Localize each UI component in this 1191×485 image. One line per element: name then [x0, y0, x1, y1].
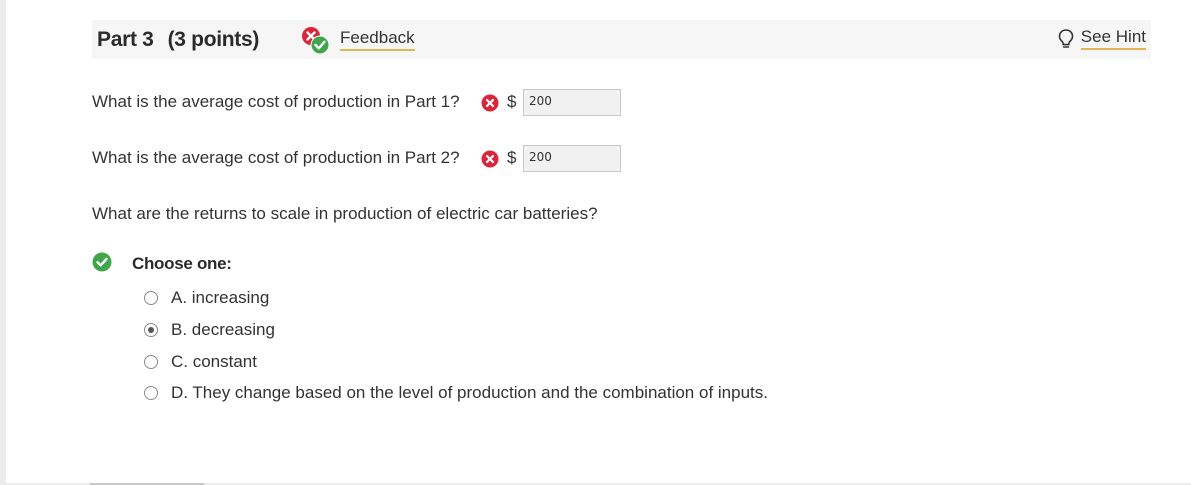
option-label: A. increasing [171, 288, 270, 307]
choose-one-label: Choose one: [132, 254, 232, 273]
radio-button[interactable] [144, 291, 158, 305]
points-label: (3 points) [167, 28, 260, 51]
part-title: Part 3 (3 points) [97, 28, 259, 52]
radio-button[interactable] [144, 355, 158, 369]
part-header: Part 3 (3 points) Feedback See Hint [92, 20, 1151, 59]
see-hint-link[interactable]: See Hint [1058, 27, 1146, 53]
option-label: C. constant [171, 352, 257, 371]
option-label: B. decreasing [171, 320, 275, 339]
radio-button[interactable] [144, 386, 158, 400]
option-label: D. They change based on the level of pro… [171, 383, 768, 402]
radio-button-selected[interactable] [144, 323, 158, 337]
left-rail [0, 0, 6, 485]
currency-symbol: $ [507, 92, 517, 111]
part-label: Part 3 [97, 28, 154, 51]
incorrect-icon [481, 94, 499, 112]
answer-input-part1[interactable]: 200 [523, 89, 621, 116]
lightbulb-icon [1058, 29, 1074, 48]
correct-icon [92, 252, 112, 272]
question-text: What is the average cost of production i… [92, 92, 460, 111]
incorrect-icon [481, 150, 499, 168]
question-text: What is the average cost of production i… [92, 148, 460, 167]
mixed-result-icon [302, 27, 330, 55]
feedback-link[interactable]: Feedback [340, 28, 415, 51]
see-hint-label: See Hint [1080, 27, 1146, 50]
mc-question-text: What are the returns to scale in product… [92, 204, 598, 223]
answer-input-part2[interactable]: 200 [523, 145, 621, 172]
currency-symbol: $ [507, 148, 517, 167]
